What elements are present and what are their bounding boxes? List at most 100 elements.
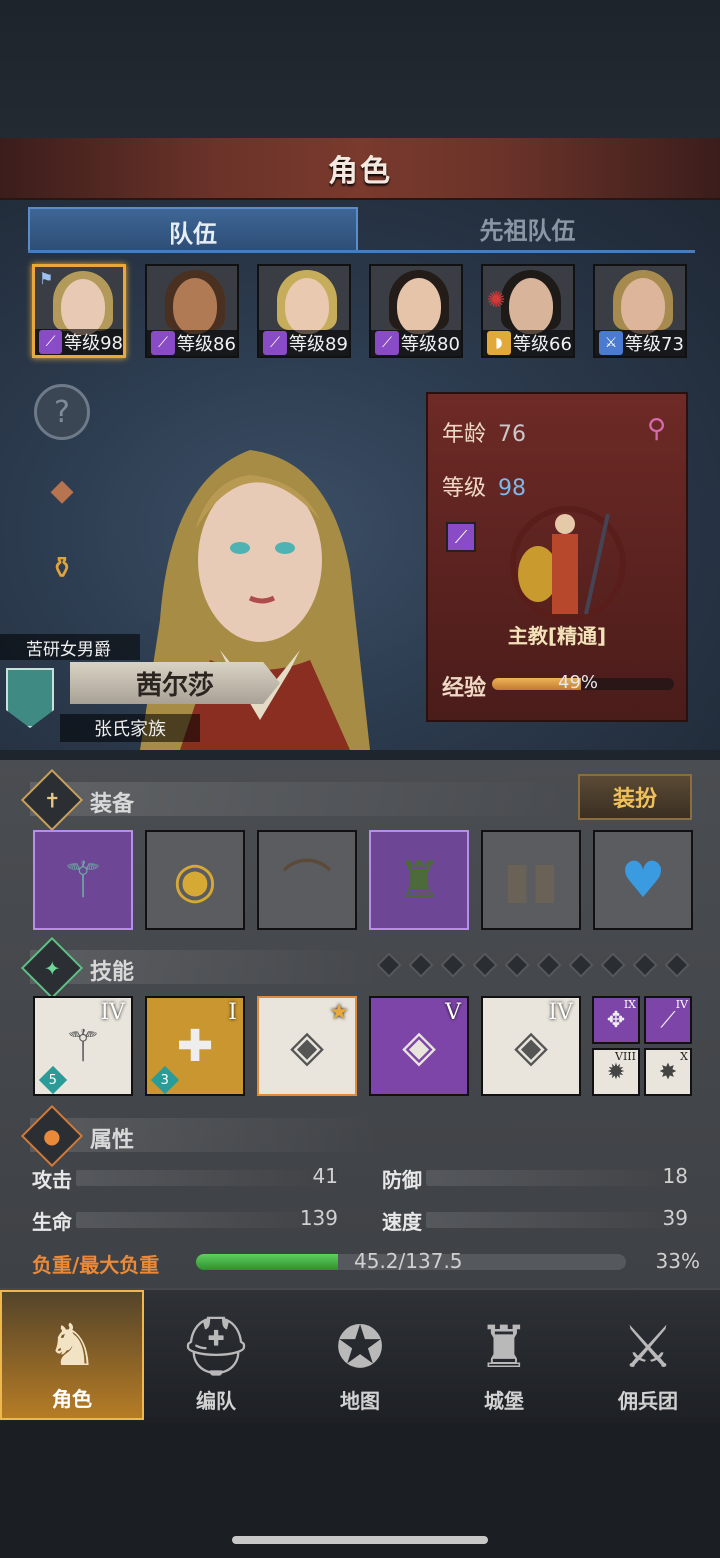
load-label: 负重/最大负重 — [32, 1253, 160, 1277]
hero-level: 等级98 — [64, 333, 123, 354]
question-icon: ? — [54, 394, 70, 430]
nav-label: 角色 — [52, 1387, 92, 1411]
passive-skill-1[interactable]: ✥ IX — [592, 996, 640, 1044]
flag-icon: ⚑ — [39, 269, 54, 288]
fur-armor-icon: ♜ — [396, 851, 442, 909]
staff-class-icon: ⟋ — [446, 522, 476, 552]
roster-slot-5[interactable]: ✺ ◗ 等级66 — [481, 264, 575, 358]
spear-icon: ⟋ — [660, 1007, 676, 1033]
shield-class-icon: ◗ — [487, 331, 511, 355]
skill-rank: X — [680, 1050, 688, 1063]
staff-class-icon: ⟋ — [375, 331, 399, 355]
skill-rank: V — [445, 1000, 461, 1025]
passive-skill-3[interactable]: ✹ VIII — [592, 1048, 640, 1096]
character-name: 茜尔莎 — [135, 670, 214, 701]
hero-level: 等级86 — [177, 334, 236, 355]
staff-class-icon: ⟋ — [39, 330, 63, 354]
info-banner: 年龄 76 ⚲ 等级 98 ⟋ 主教[精通] 经验 49% — [426, 392, 688, 722]
staff-class-icon: ⟋ — [263, 331, 287, 355]
nav-character[interactable]: ♞ 角色 — [0, 1290, 144, 1420]
skill-3[interactable]: ◈ ★ — [257, 996, 357, 1096]
dress-up-button[interactable]: 装扮 — [578, 774, 692, 820]
skill-1[interactable]: ⚚ IV 5 — [33, 996, 133, 1096]
age-value: 76 — [498, 422, 527, 447]
skill-4[interactable]: ◈ V — [369, 996, 469, 1096]
radiance-icon: ✥ — [606, 1007, 626, 1033]
nav-map[interactable]: ✪ 地图 — [288, 1290, 432, 1420]
tab-ancestor-team-label: 先祖队伍 — [479, 217, 576, 245]
equip-slot-accessory[interactable]: ♥ — [593, 830, 693, 930]
hero-level: 等级89 — [289, 334, 348, 355]
help-button[interactable]: ? — [34, 384, 90, 440]
potion-icon: ⚱ — [49, 550, 75, 586]
skill-rank: IV — [675, 998, 688, 1011]
potion-button[interactable]: ⚱ — [34, 540, 90, 596]
class-figure — [510, 506, 626, 622]
level-label: 等级 — [442, 476, 487, 501]
skill-rank: IV — [548, 1000, 573, 1025]
page-title-bar: 角色 — [0, 138, 720, 200]
nav-label: 地图 — [340, 1389, 380, 1413]
heart-amulet-icon: ♥ — [620, 851, 666, 909]
class-name: 主教[精通] — [507, 624, 607, 648]
load-value: 45.2/137.5 — [354, 1249, 463, 1273]
nav-castle[interactable]: ♜ 城堡 — [432, 1290, 576, 1420]
character-info-button[interactable]: ◆ — [34, 462, 90, 518]
skill-5[interactable]: ◈ IV — [481, 996, 581, 1096]
tab-team[interactable]: 队伍 — [28, 207, 358, 253]
hero-level: 等级80 — [401, 334, 460, 355]
equipment-title: 装备 — [90, 792, 135, 817]
attack-label: 攻击 — [32, 1168, 72, 1192]
rage-icon: ✺ — [487, 288, 506, 313]
banner-sword-icon: ⚔ — [622, 1313, 674, 1381]
skill-rank: I — [228, 1000, 237, 1025]
speed-value: 39 — [662, 1206, 688, 1230]
home-indicator[interactable] — [232, 1536, 488, 1544]
tab-ancestor-team[interactable]: 先祖队伍 — [360, 207, 695, 253]
skill-rank: VIII — [615, 1050, 636, 1063]
equip-slot-body[interactable]: ♜ — [369, 830, 469, 930]
castle-icon: ♜ — [478, 1313, 530, 1381]
character-title-tag: 苦研女男爵 — [0, 634, 140, 660]
roster-slot-3[interactable]: ⟋ 等级89 — [257, 264, 351, 358]
roster-slot-4[interactable]: ⟋ 等级80 — [369, 264, 463, 358]
speed-label: 速度 — [382, 1210, 422, 1234]
roster-slot-6[interactable]: ⚔ 等级73 — [593, 264, 687, 358]
defense-label: 防御 — [382, 1168, 422, 1192]
load-bar-fill — [196, 1254, 338, 1270]
helmet-icon: ⛑ — [179, 1312, 253, 1380]
compass-icon: ✪ — [335, 1313, 385, 1381]
attributes-title: 属性 — [90, 1128, 135, 1153]
character-name-plate[interactable]: 茜尔莎 — [70, 662, 280, 704]
equip-slot-head[interactable]: ⌒ — [257, 830, 357, 930]
crystal-hand-icon: ◈ — [402, 1020, 436, 1072]
nav-label: 城堡 — [484, 1389, 524, 1413]
spear-heal-icon: ⚚ — [63, 1020, 103, 1072]
hood-icon: ⌒ — [282, 855, 332, 913]
defense-value: 18 — [662, 1164, 688, 1188]
person-icon: ◆ — [50, 472, 74, 508]
equip-slot-weapon[interactable]: ⚚ — [33, 830, 133, 930]
dress-up-label: 装扮 — [612, 787, 657, 812]
roster-slot-2[interactable]: ⟋ 等级86 — [145, 264, 239, 358]
exp-label: 经验 — [442, 676, 487, 701]
equip-slot-feet[interactable]: ▮▮ — [481, 830, 581, 930]
passive-skill-4[interactable]: ✸ X — [644, 1048, 692, 1096]
nav-label: 编队 — [196, 1389, 236, 1413]
star-icon: ★ — [329, 1000, 349, 1025]
attack-value: 41 — [312, 1164, 338, 1188]
skill-count-badge: 3 — [150, 1065, 180, 1095]
nav-mercenary[interactable]: ⚔ 佣兵团 — [576, 1290, 720, 1420]
roster-slot-1[interactable]: ⚑ ⟋ 等级98 — [32, 264, 126, 358]
hp-label: 生命 — [32, 1210, 72, 1234]
equip-slot-offhand[interactable]: ◉ — [145, 830, 245, 930]
passive-skill-2[interactable]: ⟋ IV — [644, 996, 692, 1044]
tab-underline — [28, 250, 695, 253]
skill-2[interactable]: ✚ I 3 — [145, 996, 245, 1096]
nav-formation[interactable]: ⛑ 编队 — [144, 1290, 288, 1420]
sword-class-icon: ⚔ — [599, 331, 623, 355]
holy-shield-icon: ✚ — [176, 1020, 214, 1072]
female-icon: ⚲ — [646, 414, 666, 444]
burst-icon: ✹ — [606, 1059, 626, 1085]
staff-class-icon: ⟋ — [151, 331, 175, 355]
